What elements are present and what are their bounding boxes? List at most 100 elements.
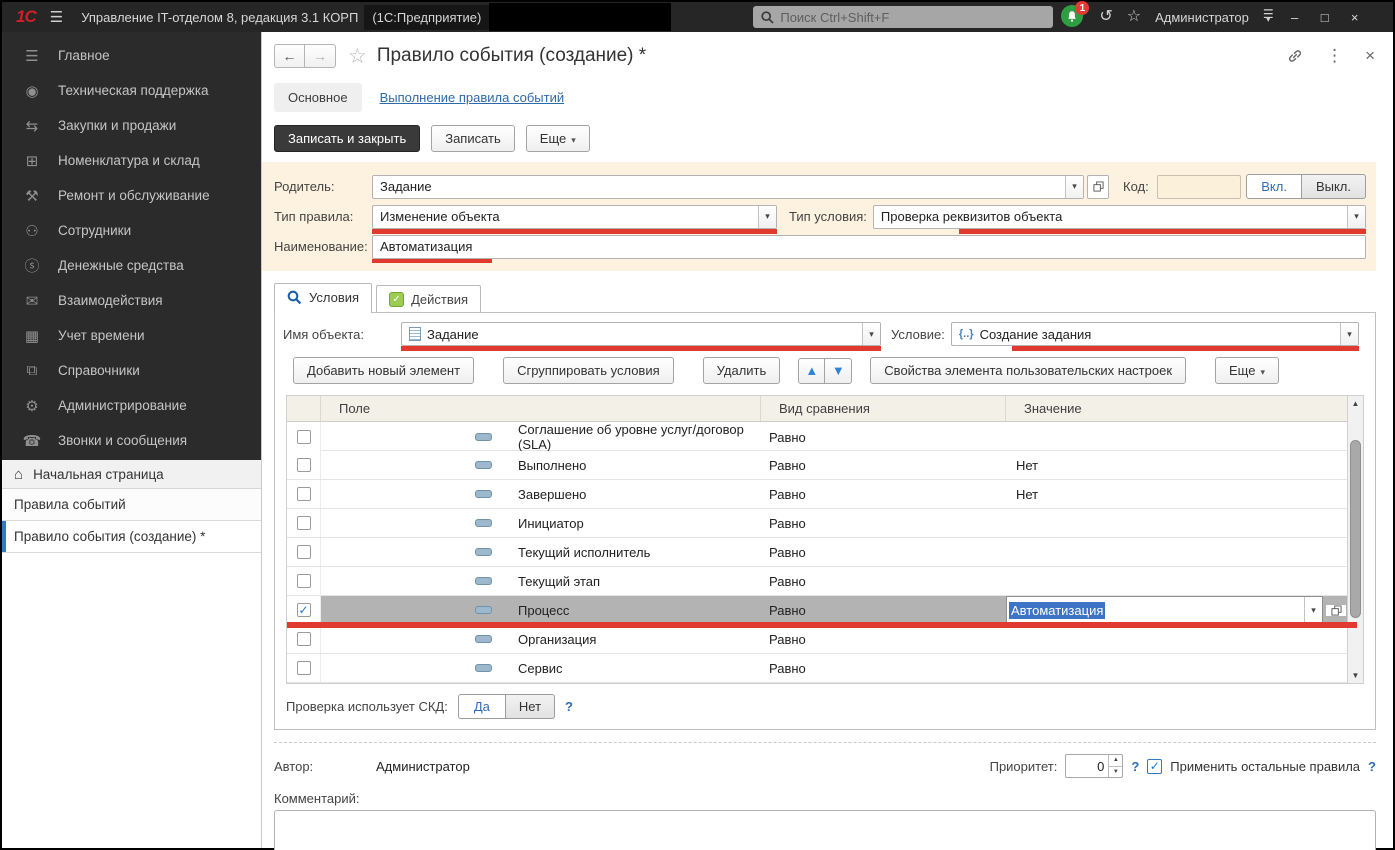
sidebar-item[interactable]: ⧉ Справочники — [2, 353, 261, 388]
comparison-cell[interactable]: Равно — [761, 625, 1006, 653]
field-cell[interactable]: Организация — [321, 625, 761, 653]
row-checkbox[interactable] — [296, 516, 311, 530]
comparison-cell[interactable]: Равно — [761, 509, 1006, 537]
table-row[interactable]: Соглашение об уровне услуг/договор (SLA)… — [287, 422, 1347, 452]
current-user[interactable]: Администратор — [1155, 10, 1249, 25]
skd-help-link[interactable]: ? — [565, 699, 573, 714]
value-cell[interactable] — [1006, 422, 1347, 452]
field-cell[interactable]: Соглашение об уровне услуг/договор (SLA) — [321, 422, 761, 452]
apply-rest-help-link[interactable]: ? — [1368, 759, 1376, 774]
save-and-close-button[interactable]: Записать и закрыть — [274, 124, 421, 152]
forward-button[interactable]: → — [305, 44, 336, 68]
link-rule-execution[interactable]: Выполнение правила событий — [380, 90, 565, 105]
skd-yes-button[interactable]: Да — [457, 694, 506, 719]
spin-up-icon[interactable]: ▲ — [1109, 755, 1123, 767]
move-up-button[interactable]: ▲ — [798, 357, 826, 384]
user-menu-icon[interactable]: ☰ ▾ — [1263, 8, 1274, 24]
name-input[interactable]: Автоматизация — [372, 234, 1366, 263]
field-cell[interactable]: Выполнено — [321, 451, 761, 479]
dropdown-icon[interactable]: ▾ — [1347, 205, 1365, 228]
row-checkbox[interactable]: ✓ — [296, 603, 311, 617]
comparison-cell[interactable]: Равно — [761, 538, 1006, 566]
close-form-icon[interactable]: × — [1365, 46, 1375, 66]
value-cell[interactable]: Нет — [1006, 451, 1347, 479]
value-cell[interactable] — [1006, 625, 1347, 653]
row-checkbox[interactable] — [296, 632, 311, 646]
row-checkbox[interactable] — [296, 574, 311, 588]
value-cell[interactable]: Нет — [1006, 480, 1347, 508]
back-button[interactable]: ← — [274, 44, 305, 68]
comparison-cell[interactable]: Равно — [761, 451, 1006, 479]
minimize-button[interactable]: – — [1282, 6, 1308, 28]
value-editor[interactable]: Автоматизация ▾ — [1006, 596, 1323, 624]
maximize-button[interactable]: □ — [1312, 6, 1338, 28]
field-cell[interactable]: Сервис — [321, 654, 761, 682]
tab-conditions[interactable]: Условия — [274, 283, 373, 313]
table-row[interactable]: Завершено Равно Нет — [287, 480, 1347, 509]
table-more-button[interactable]: Еще ▾ — [1215, 357, 1279, 384]
scroll-up-icon[interactable]: ▲ — [1348, 396, 1363, 411]
table-row[interactable]: Выполнено Равно Нет — [287, 451, 1347, 480]
condition-combo[interactable]: {..} Создание задания ▾ — [950, 322, 1359, 351]
sidebar-item[interactable]: ⓢ Денежные средства — [2, 248, 261, 283]
table-row[interactable]: Инициатор Равно — [287, 509, 1347, 538]
delete-button[interactable]: Удалить — [702, 357, 781, 384]
sidebar-item[interactable]: ☎ Звонки и сообщения — [2, 423, 261, 458]
value-cell[interactable]: Автоматизация ▾ — [1006, 596, 1347, 624]
more-button[interactable]: Еще ▾ — [525, 124, 590, 152]
table-scrollbar[interactable]: ▲ ▼ — [1347, 396, 1363, 683]
sidebar-item[interactable]: ☰ Главное — [2, 38, 261, 73]
main-menu-icon[interactable]: ☰ — [50, 8, 63, 26]
open-page-event-rule-new[interactable]: Правило события (создание) * — [2, 521, 261, 553]
row-checkbox[interactable] — [296, 430, 311, 444]
field-cell[interactable]: Завершено — [321, 480, 761, 508]
sidebar-item[interactable]: ✉ Взаимодействия — [2, 283, 261, 318]
row-checkbox[interactable] — [296, 458, 311, 472]
sidebar-item[interactable]: ⚙ Администрирование — [2, 388, 261, 423]
field-cell[interactable]: Текущий этап — [321, 567, 761, 595]
comment-textarea[interactable] — [274, 810, 1376, 850]
open-page-event-rules[interactable]: Правила событий — [2, 489, 261, 521]
open-value-button[interactable] — [1325, 603, 1347, 617]
group-conditions-button[interactable]: Сгруппировать условия — [503, 357, 674, 384]
close-window-button[interactable]: × — [1342, 6, 1368, 28]
value-cell[interactable] — [1006, 567, 1347, 595]
value-cell[interactable] — [1006, 509, 1347, 537]
field-cell[interactable]: Текущий исполнитель — [321, 538, 761, 566]
tab-main[interactable]: Основное — [274, 82, 362, 112]
sidebar-item[interactable]: ▦ Учет времени — [2, 318, 261, 353]
scrollbar-thumb[interactable] — [1350, 440, 1361, 618]
link-icon[interactable] — [1286, 47, 1304, 65]
row-checkbox[interactable] — [296, 487, 311, 501]
priority-help-link[interactable]: ? — [1131, 759, 1139, 774]
favorites-star-icon[interactable]: ☆ — [1127, 9, 1141, 25]
sidebar-item[interactable]: ⚒ Ремонт и обслуживание — [2, 178, 261, 213]
history-icon[interactable]: ↺ — [1099, 9, 1112, 25]
comparison-cell[interactable]: Равно — [761, 596, 1006, 624]
object-name-combo[interactable]: Задание ▾ — [401, 322, 881, 351]
scroll-down-icon[interactable]: ▼ — [1348, 668, 1363, 683]
comparison-cell[interactable]: Равно — [761, 480, 1006, 508]
table-row[interactable]: Текущий этап Равно — [287, 567, 1347, 596]
favorite-star-icon[interactable]: ☆ — [348, 44, 367, 69]
code-input[interactable] — [1156, 174, 1241, 199]
sidebar-item[interactable]: ⊞ Номенклатура и склад — [2, 143, 261, 178]
apply-rest-checkbox[interactable]: ✓ — [1147, 758, 1163, 774]
spin-down-icon[interactable]: ▼ — [1109, 767, 1122, 778]
dropdown-icon[interactable]: ▾ — [1304, 597, 1322, 623]
more-menu-icon[interactable]: ⋮ — [1326, 46, 1343, 66]
rule-type-combo[interactable]: Изменение объекта ▾ — [372, 204, 777, 234]
row-checkbox[interactable] — [296, 545, 311, 559]
sidebar-item[interactable]: ◉ Техническая поддержка — [2, 73, 261, 108]
move-down-button[interactable]: ▼ — [825, 357, 853, 384]
parent-combo[interactable]: Задание ▾ — [372, 174, 1084, 199]
dropdown-icon[interactable]: ▾ — [1340, 323, 1358, 345]
sidebar-item[interactable]: ⇆ Закупки и продажи — [2, 108, 261, 143]
comparison-cell[interactable]: Равно — [761, 654, 1006, 682]
priority-stepper[interactable]: 0 ▲ ▼ — [1065, 754, 1124, 778]
value-cell[interactable] — [1006, 654, 1347, 682]
dropdown-icon[interactable]: ▾ — [758, 205, 776, 228]
dropdown-icon[interactable]: ▾ — [1065, 175, 1083, 198]
notifications-button[interactable]: 1 — [1061, 1, 1090, 29]
comparison-cell[interactable]: Равно — [761, 422, 1006, 452]
